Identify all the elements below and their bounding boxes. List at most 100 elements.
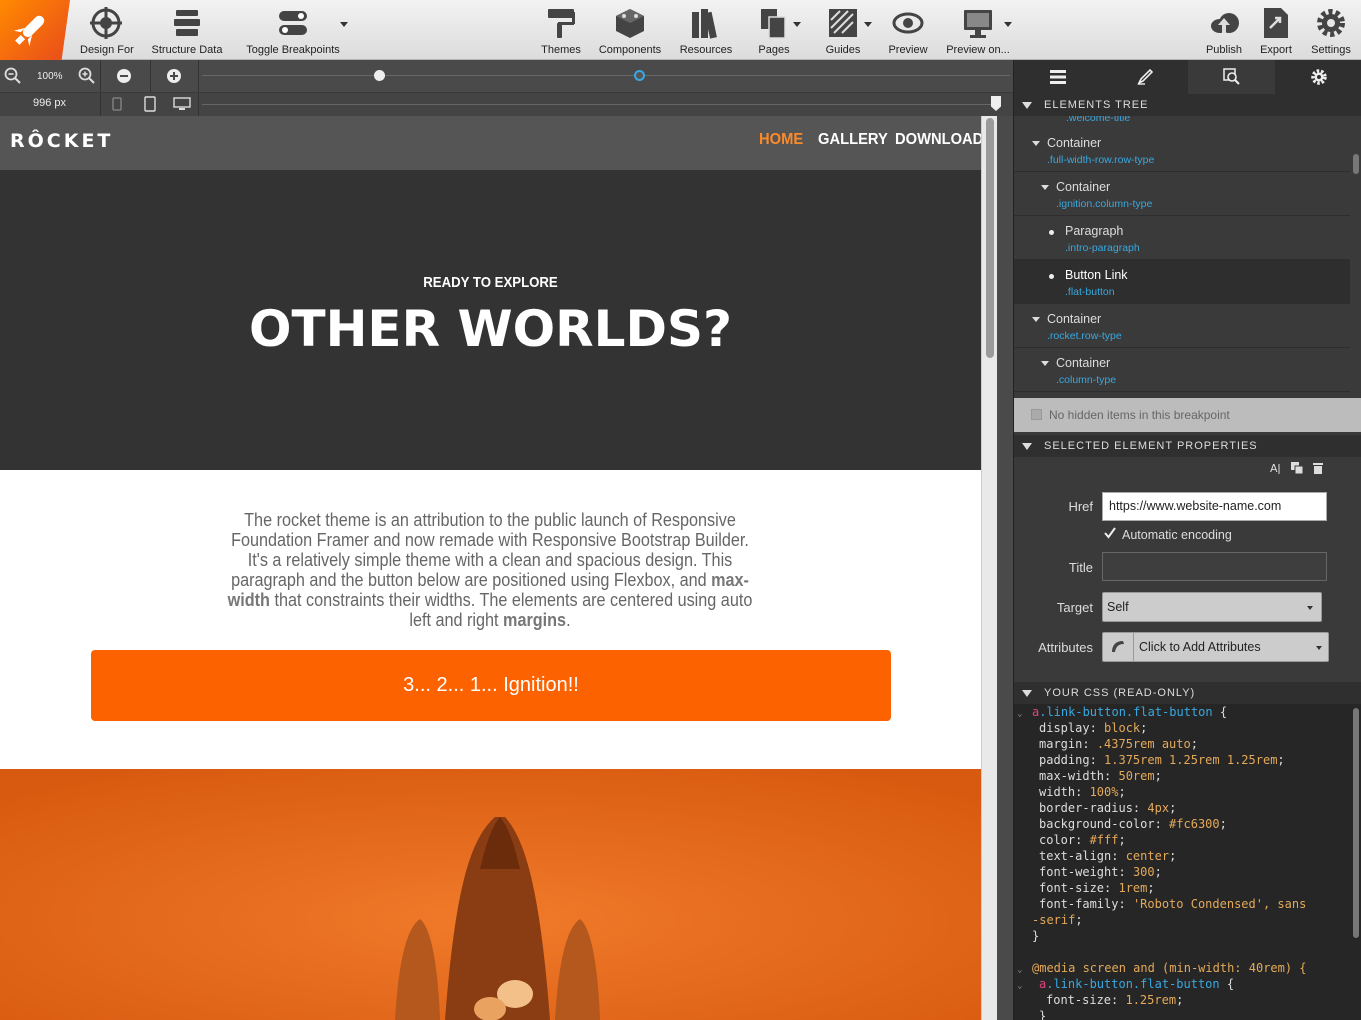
tree-item-paragraph[interactable]: Paragraph .intro-paragraph (1014, 216, 1350, 260)
tab-style[interactable] (1101, 60, 1188, 94)
bullet-icon (1049, 274, 1054, 279)
settings-button[interactable]: Settings (1308, 6, 1354, 56)
tree-item-container[interactable]: Container .ignition.column-type (1014, 172, 1350, 216)
css-value: 1.375rem 1.25rem 1.25rem (1104, 753, 1278, 767)
duplicate-icon[interactable] (1290, 461, 1304, 475)
tree-item-cut[interactable]: .welcome-title (1066, 116, 1130, 124)
toggle-breakpoints-caret-icon[interactable] (340, 22, 348, 27)
css-value: 4px (1147, 801, 1170, 815)
guides-caret-icon[interactable] (864, 22, 872, 27)
expand-icon[interactable] (1041, 361, 1049, 366)
automatic-encoding-label[interactable]: Automatic encoding (1122, 528, 1232, 542)
tree-item-name: Container (1047, 136, 1102, 150)
canvas-scrollbar-thumb[interactable] (986, 118, 994, 358)
hero-section: READY TO EXPLORE OTHER WORLDS? (0, 170, 981, 470)
href-input[interactable]: https://www.website-name.com (1102, 492, 1327, 521)
breakpoint-marker-active[interactable] (634, 70, 645, 81)
pages-caret-icon[interactable] (793, 22, 801, 27)
rocket-photo (0, 769, 981, 1020)
css-value: 'Roboto Condensed', sans (1132, 897, 1307, 911)
expand-icon[interactable] (1032, 141, 1040, 146)
site-brand[interactable]: RÔCKET (10, 130, 113, 152)
css-scrollbar-thumb[interactable] (1353, 708, 1359, 938)
tablet-icon[interactable] (144, 96, 156, 112)
tab-structure[interactable] (1014, 60, 1101, 94)
properties-header[interactable]: SELECTED ELEMENT PROPERTIES (1014, 435, 1361, 457)
phone-icon[interactable] (112, 97, 122, 111)
toggle-breakpoints-button[interactable]: Toggle Breakpoints (245, 6, 341, 56)
css-prop: font-size (1039, 881, 1105, 895)
canvas-scrollbar[interactable] (981, 116, 997, 1020)
select-caret-icon (1307, 606, 1313, 610)
nav-link-gallery[interactable]: GALLERY (818, 131, 888, 149)
resources-button[interactable]: Resources (678, 6, 734, 56)
intro-paragraph[interactable]: The rocket theme is an attribution to th… (220, 510, 760, 630)
title-label: Title (1068, 560, 1093, 575)
preview-on-button[interactable]: Preview on... (945, 6, 1011, 56)
nav-link-download[interactable]: DOWNLOAD (895, 131, 981, 149)
export-label: Export (1260, 44, 1292, 56)
collapse-icon (1022, 690, 1032, 697)
tree-scrollbar[interactable] (1350, 116, 1361, 398)
breakpoint-track[interactable] (202, 75, 1010, 76)
zoom-in-icon[interactable] (78, 67, 96, 85)
expand-icon[interactable] (1041, 185, 1049, 190)
grid-guides-icon (829, 9, 857, 37)
settings-label: Settings (1311, 44, 1351, 56)
pages-button[interactable]: Pages (756, 6, 792, 56)
breakpoint-marker[interactable] (374, 70, 385, 81)
hidden-items-note: No hidden items in this breakpoint (1049, 408, 1230, 422)
divider (198, 60, 199, 92)
bullet-icon (1049, 230, 1054, 235)
desktop-icon[interactable] (173, 97, 191, 111)
tree-item-container[interactable]: Container .full-width-row.row-type (1014, 128, 1350, 172)
tree-item-class: .full-width-row.row-type (1047, 154, 1155, 166)
css-value: block (1104, 721, 1141, 735)
target-select[interactable]: Self (1102, 592, 1322, 622)
zoom-out-icon[interactable] (4, 67, 22, 85)
text-format-icon[interactable]: A (1270, 461, 1284, 475)
publish-button[interactable]: Publish (1204, 6, 1244, 56)
export-button[interactable]: Export (1258, 6, 1294, 56)
tree-item-button-link-selected[interactable]: Button Link .flat-button (1014, 260, 1350, 304)
css-decl: font-size: 1rem; (1039, 881, 1155, 895)
css-prop: padding (1039, 753, 1090, 767)
css-value: 1rem (1118, 881, 1148, 895)
fold-icon[interactable]: ⌄ (1017, 706, 1022, 722)
components-button[interactable]: Components (598, 6, 662, 56)
remove-breakpoint-icon[interactable] (116, 68, 132, 84)
css-decl: background-color: #fc6300; (1039, 817, 1227, 831)
tree-scrollbar-thumb[interactable] (1353, 154, 1359, 174)
attributes-select[interactable]: Click to Add Attributes (1102, 632, 1329, 662)
checkmark-icon[interactable] (1103, 526, 1117, 540)
nav-link-home[interactable]: HOME (759, 131, 803, 149)
css-scrollbar[interactable] (1350, 704, 1361, 1020)
guides-button[interactable]: Guides (824, 6, 862, 56)
title-input[interactable] (1102, 552, 1327, 581)
tab-settings[interactable] (1275, 60, 1361, 94)
expand-icon[interactable] (1032, 317, 1040, 322)
divider (100, 60, 101, 92)
width-handle[interactable] (991, 96, 1001, 111)
app-logo[interactable] (0, 0, 70, 60)
css-header[interactable]: YOUR CSS (READ-ONLY) (1014, 682, 1361, 704)
design-for-button[interactable]: Design For (80, 6, 134, 56)
add-breakpoint-icon[interactable] (166, 68, 182, 84)
fold-icon[interactable]: ⌄ (1017, 962, 1022, 978)
tree-item-container[interactable]: Container .rocket.row-type (1014, 304, 1350, 348)
ignition-button[interactable]: 3... 2... 1... Ignition!! (91, 650, 891, 721)
monitor-icon (964, 10, 992, 38)
tree-item-container[interactable]: Container .column-type (1014, 348, 1350, 392)
divider (100, 93, 101, 116)
elements-tree-header[interactable]: ELEMENTS TREE (1014, 94, 1361, 116)
fold-icon[interactable]: ⌄ (1017, 978, 1022, 994)
hidden-items-checkbox[interactable] (1031, 409, 1042, 420)
themes-button[interactable]: Themes (540, 6, 582, 56)
structure-data-button[interactable]: Structure Data (150, 6, 224, 56)
css-prop: color (1039, 833, 1076, 847)
css-close: } (1032, 929, 1040, 943)
trash-icon[interactable] (1312, 461, 1324, 475)
preview-button[interactable]: Preview (888, 6, 928, 56)
tab-properties[interactable] (1188, 60, 1275, 94)
preview-on-caret-icon[interactable] (1004, 22, 1012, 27)
